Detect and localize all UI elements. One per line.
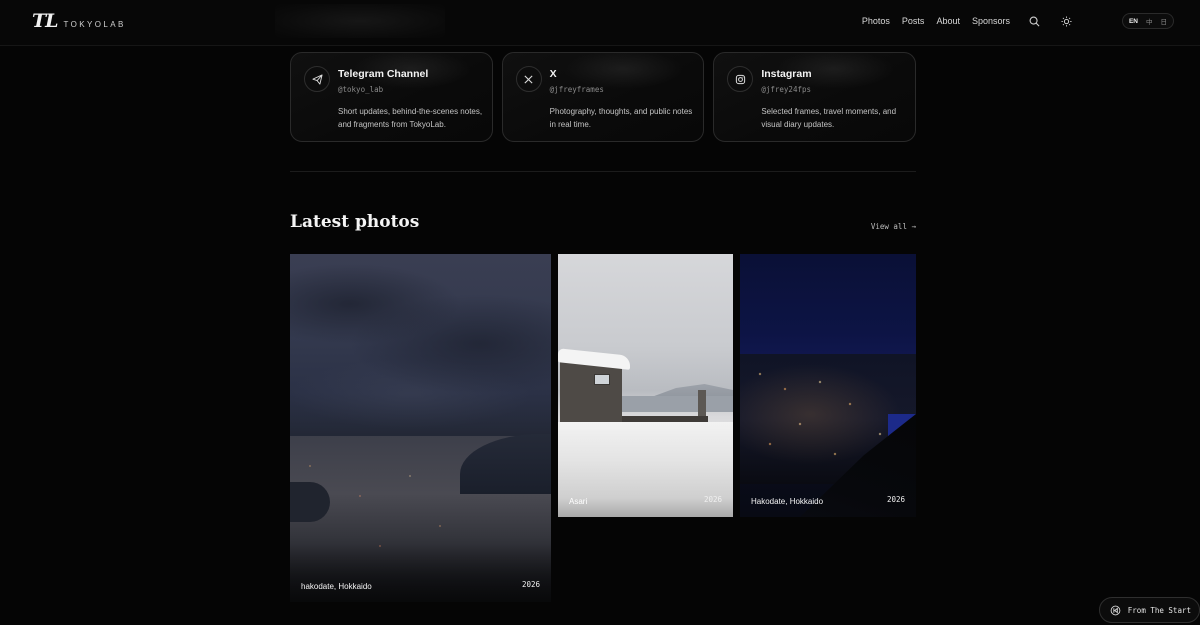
photo-location: Asari xyxy=(569,497,588,506)
logo-text: TOKYOLAB xyxy=(63,20,126,29)
photo-sky xyxy=(290,254,551,434)
main-nav: Photos Posts About Sponsors xyxy=(862,0,1074,42)
header-blurred-region xyxy=(275,4,445,38)
lang-zh[interactable]: 中 xyxy=(1146,16,1153,26)
rewind-icon xyxy=(1110,605,1121,616)
card-title: X xyxy=(549,68,557,80)
social-cards: Telegram Channel @tokyo_lab Short update… xyxy=(290,52,917,142)
card-handle: @jfrey24fps xyxy=(761,85,812,94)
from-the-start-button[interactable]: From The Start xyxy=(1098,597,1200,623)
language-switcher: EN 中 日 xyxy=(1121,13,1174,29)
site-header: TL TOKYOLAB Photos Posts About Sponsors … xyxy=(0,0,1200,46)
card-title: Telegram Channel xyxy=(338,68,429,80)
photo-hut xyxy=(560,358,622,426)
logo-mark: TL xyxy=(32,10,58,32)
photo-card-hakodate-night[interactable]: Hakodate, Hokkaido 2026 xyxy=(740,254,916,517)
nav-about[interactable]: About xyxy=(936,16,960,26)
photo-location: hakodate, Hokkaido xyxy=(301,582,372,591)
section-divider xyxy=(290,171,916,172)
photo-card-hakodate-dusk[interactable]: hakodate, Hokkaido 2026 xyxy=(290,254,551,602)
photo-year: 2026 xyxy=(703,495,722,504)
photo-year: 2026 xyxy=(521,580,540,589)
card-description: Photography, thoughts, and public notes … xyxy=(549,107,693,129)
card-glow xyxy=(562,53,683,89)
telegram-card[interactable]: Telegram Channel @tokyo_lab Short update… xyxy=(290,52,493,142)
photo-hut-window xyxy=(594,374,610,385)
card-description: Selected frames, travel moments, and vis… xyxy=(761,107,897,129)
card-handle: @jfreyframes xyxy=(549,85,604,94)
photo-shade xyxy=(290,544,551,602)
view-all-link[interactable]: View all → xyxy=(871,222,916,231)
x-card[interactable]: X @jfreyframes Photography, thoughts, an… xyxy=(501,52,705,142)
card-title: Instagram xyxy=(761,68,812,80)
photo-harbor xyxy=(290,482,330,522)
lang-ja[interactable]: 日 xyxy=(1161,16,1168,26)
from-the-start-label: From The Start xyxy=(1127,605,1191,615)
latest-photos-title: Latest photos xyxy=(290,212,420,232)
x-icon xyxy=(515,66,542,92)
lang-en[interactable]: EN xyxy=(1129,18,1138,25)
instagram-icon xyxy=(727,66,754,92)
nav-sponsors[interactable]: Sponsors xyxy=(972,16,1010,26)
telegram-icon xyxy=(304,66,330,92)
photo-sea xyxy=(618,396,733,412)
site-logo[interactable]: TL TOKYOLAB xyxy=(32,10,126,32)
photo-year: 2026 xyxy=(886,495,905,504)
theme-toggle-sun-icon[interactable] xyxy=(1058,13,1074,29)
nav-posts[interactable]: Posts xyxy=(902,16,925,26)
instagram-card[interactable]: Instagram @jfrey24fps Selected frames, t… xyxy=(713,52,917,142)
card-description: Short updates, behind-the-scenes notes, … xyxy=(338,107,483,129)
photo-location: Hakodate, Hokkaido xyxy=(751,497,824,506)
nav-photos[interactable]: Photos xyxy=(862,16,890,26)
search-icon[interactable] xyxy=(1026,13,1042,29)
card-handle: @tokyo_lab xyxy=(338,85,384,94)
photo-card-asari[interactable]: Asari 2026 xyxy=(558,254,733,517)
